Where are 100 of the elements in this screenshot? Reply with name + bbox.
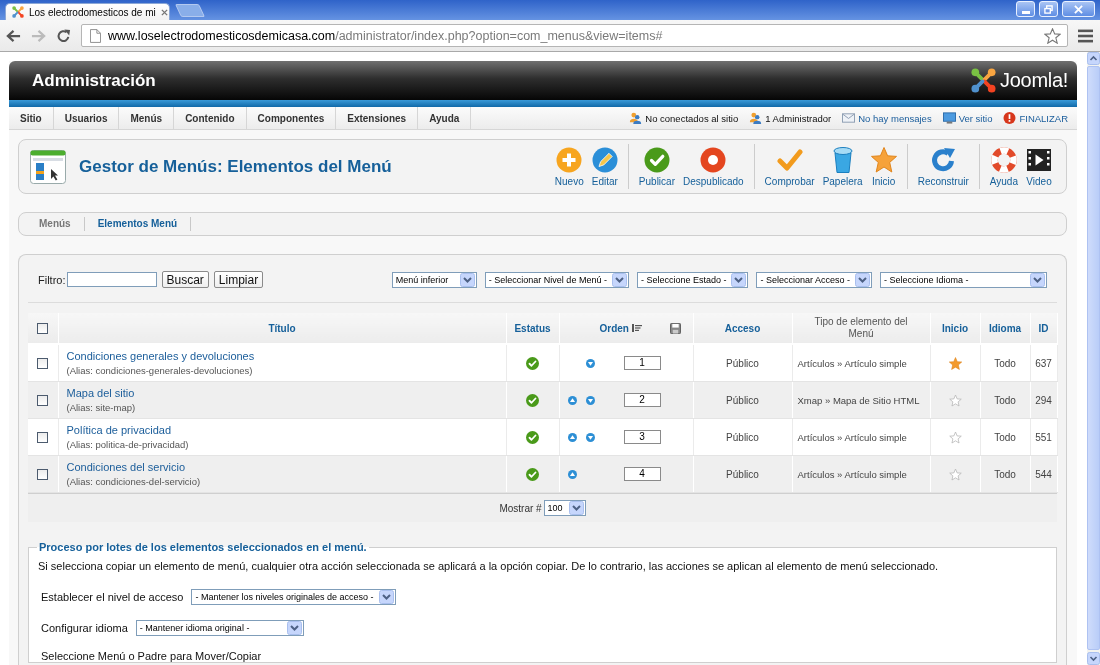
filter-dropdown[interactable]: - Seleccionar Nivel de Menú - <box>484 271 629 288</box>
filter-dropdown[interactable]: - Seleccione Idioma - <box>880 271 1047 288</box>
toolbar-button[interactable]: Editar <box>587 146 622 187</box>
toolbar-button[interactable]: Papelera <box>818 146 867 187</box>
column-label: Tipo de elemento del Menú <box>813 316 909 340</box>
menu-icon[interactable] <box>1078 28 1093 43</box>
menu-item[interactable]: Usuarios <box>53 107 120 129</box>
restore-button[interactable] <box>1039 1 1058 17</box>
menu-item[interactable]: Menús <box>119 107 175 129</box>
star-outline-icon[interactable] <box>948 393 962 407</box>
check-circle-icon[interactable] <box>526 393 539 407</box>
table-cell: Artículos » Artículo simple <box>792 344 930 382</box>
monitor-icon <box>942 112 956 124</box>
star-outline-icon[interactable] <box>948 467 962 481</box>
star-outline-icon[interactable] <box>948 430 962 444</box>
checkbox[interactable] <box>37 431 49 443</box>
down-arrow-icon[interactable] <box>585 358 595 368</box>
toolbar-button[interactable]: Video <box>1022 146 1056 187</box>
circle-dot-icon <box>700 146 727 173</box>
toolbar-button[interactable]: Reconstruir <box>913 146 973 187</box>
reload-icon[interactable] <box>56 28 71 43</box>
toolbar-button[interactable]: Nuevo <box>550 146 588 187</box>
filter-dropdown[interactable]: - Seleccione Estado - <box>636 271 749 288</box>
filter-field[interactable] <box>66 272 157 287</box>
star-icon[interactable] <box>948 356 962 370</box>
close-button[interactable] <box>1062 1 1095 17</box>
column-link[interactable]: Título <box>268 322 296 334</box>
checkbox[interactable] <box>37 394 49 406</box>
order-field[interactable]: 3 <box>623 430 661 444</box>
table-cell: Público <box>693 455 792 493</box>
down-arrow-icon[interactable] <box>585 395 595 405</box>
status-link[interactable]: FINALIZAR <box>1019 112 1068 124</box>
menu-item[interactable]: Extensiones <box>336 107 419 129</box>
submenu-tab[interactable]: Elementos Menú <box>84 217 192 231</box>
filter-dropdown[interactable]: Menú inferior <box>391 271 477 288</box>
toolbar-button[interactable]: Despublicado <box>679 146 748 187</box>
down-arrow-icon[interactable] <box>585 432 595 442</box>
page-title: Gestor de Menús: Elementos del Menú <box>79 156 392 177</box>
column-link[interactable]: ID <box>1038 322 1049 334</box>
close-icon[interactable] <box>160 8 168 16</box>
column-link[interactable]: Idioma <box>988 322 1022 334</box>
menu-item[interactable]: Contenido <box>174 107 247 129</box>
clear-button[interactable]: Limpiar <box>213 271 264 288</box>
page-size-dropdown[interactable]: 100 <box>543 500 586 516</box>
back-icon[interactable] <box>6 28 21 43</box>
status-link[interactable]: No hay mensajes <box>858 112 932 124</box>
column-link[interactable]: Estatus <box>514 322 551 334</box>
bookmark-star-icon[interactable] <box>1044 27 1061 44</box>
checkbox[interactable] <box>37 322 49 334</box>
menu-item[interactable]: Sitio <box>9 107 54 129</box>
submenu-tab[interactable]: Menús <box>26 217 85 231</box>
menu-item[interactable]: Componentes <box>246 107 337 129</box>
checkbox[interactable] <box>37 468 49 480</box>
save-icon[interactable] <box>669 322 681 334</box>
check-circle-icon[interactable] <box>526 467 539 481</box>
table-cell: Público <box>693 418 792 456</box>
table-cell: Xmap » Mapa de Sitio HTML <box>792 381 930 419</box>
check-circle-icon[interactable] <box>526 356 539 370</box>
menu-item[interactable]: Ayuda <box>418 107 472 129</box>
sort-icon <box>631 324 642 332</box>
check-circle-icon[interactable] <box>526 430 539 444</box>
toolbar-button[interactable]: Comprobar <box>760 146 819 187</box>
scroll-down-button[interactable] <box>1087 652 1100 665</box>
filter-label: Filtro: <box>38 273 66 286</box>
search-button[interactable]: Buscar <box>161 271 209 288</box>
alias-text: (Alias: condiciones-del-servicio) <box>66 474 201 489</box>
batch-dropdown[interactable]: - Mantener idioma original - <box>135 620 304 636</box>
scroll-up-button[interactable] <box>1087 52 1100 65</box>
up-arrow-icon[interactable] <box>567 432 577 442</box>
table-cell: Todo <box>980 418 1030 456</box>
item-title-link[interactable]: Condiciones generales y devoluciones <box>66 348 255 363</box>
toolbar-button[interactable]: Publicar <box>634 146 679 187</box>
column-link[interactable]: Acceso <box>724 322 761 334</box>
table-cell: Público <box>693 381 792 419</box>
item-title-link[interactable]: Política de privacidad <box>66 422 172 437</box>
status-link[interactable]: Ver sitio <box>958 112 993 124</box>
status-text: No conectados al sitio <box>645 112 739 124</box>
new-tab-button[interactable] <box>174 4 206 17</box>
column-link[interactable]: Inicio <box>941 322 969 334</box>
filter-dropdown[interactable]: - Seleccionar Acceso - <box>756 271 872 288</box>
header-title: Administración <box>32 70 156 91</box>
checkbox[interactable] <box>37 357 49 369</box>
url-field[interactable]: www.loselectrodomesticosdemicasa.com/administrator/index.php?option=com_menus&view=items# <box>81 24 1068 47</box>
order-field[interactable]: 4 <box>623 467 661 481</box>
alias-text: (Alias: site-map) <box>66 400 136 415</box>
item-title-link[interactable]: Condiciones del servicio <box>66 459 186 474</box>
browser-tab[interactable]: Los electrodomesticos de mi <box>5 3 170 20</box>
item-title-link[interactable]: Mapa del sitio <box>66 385 135 400</box>
exclamation-icon <box>1003 112 1017 124</box>
toolbar-button[interactable]: Ayuda <box>985 146 1022 187</box>
up-arrow-icon[interactable] <box>567 395 577 405</box>
order-field[interactable]: 1 <box>623 356 661 370</box>
minimize-button[interactable] <box>1016 1 1035 17</box>
up-arrow-icon[interactable] <box>567 469 577 479</box>
logo-text: Joomla! <box>1000 69 1068 92</box>
column-link[interactable]: Orden <box>599 322 629 334</box>
order-field[interactable]: 2 <box>623 393 661 407</box>
page-size-label: Mostrar # <box>499 502 542 514</box>
batch-dropdown[interactable]: - Mantener los niveles originales de acceso - <box>191 589 396 605</box>
toolbar-button[interactable]: Inicio <box>866 146 901 187</box>
